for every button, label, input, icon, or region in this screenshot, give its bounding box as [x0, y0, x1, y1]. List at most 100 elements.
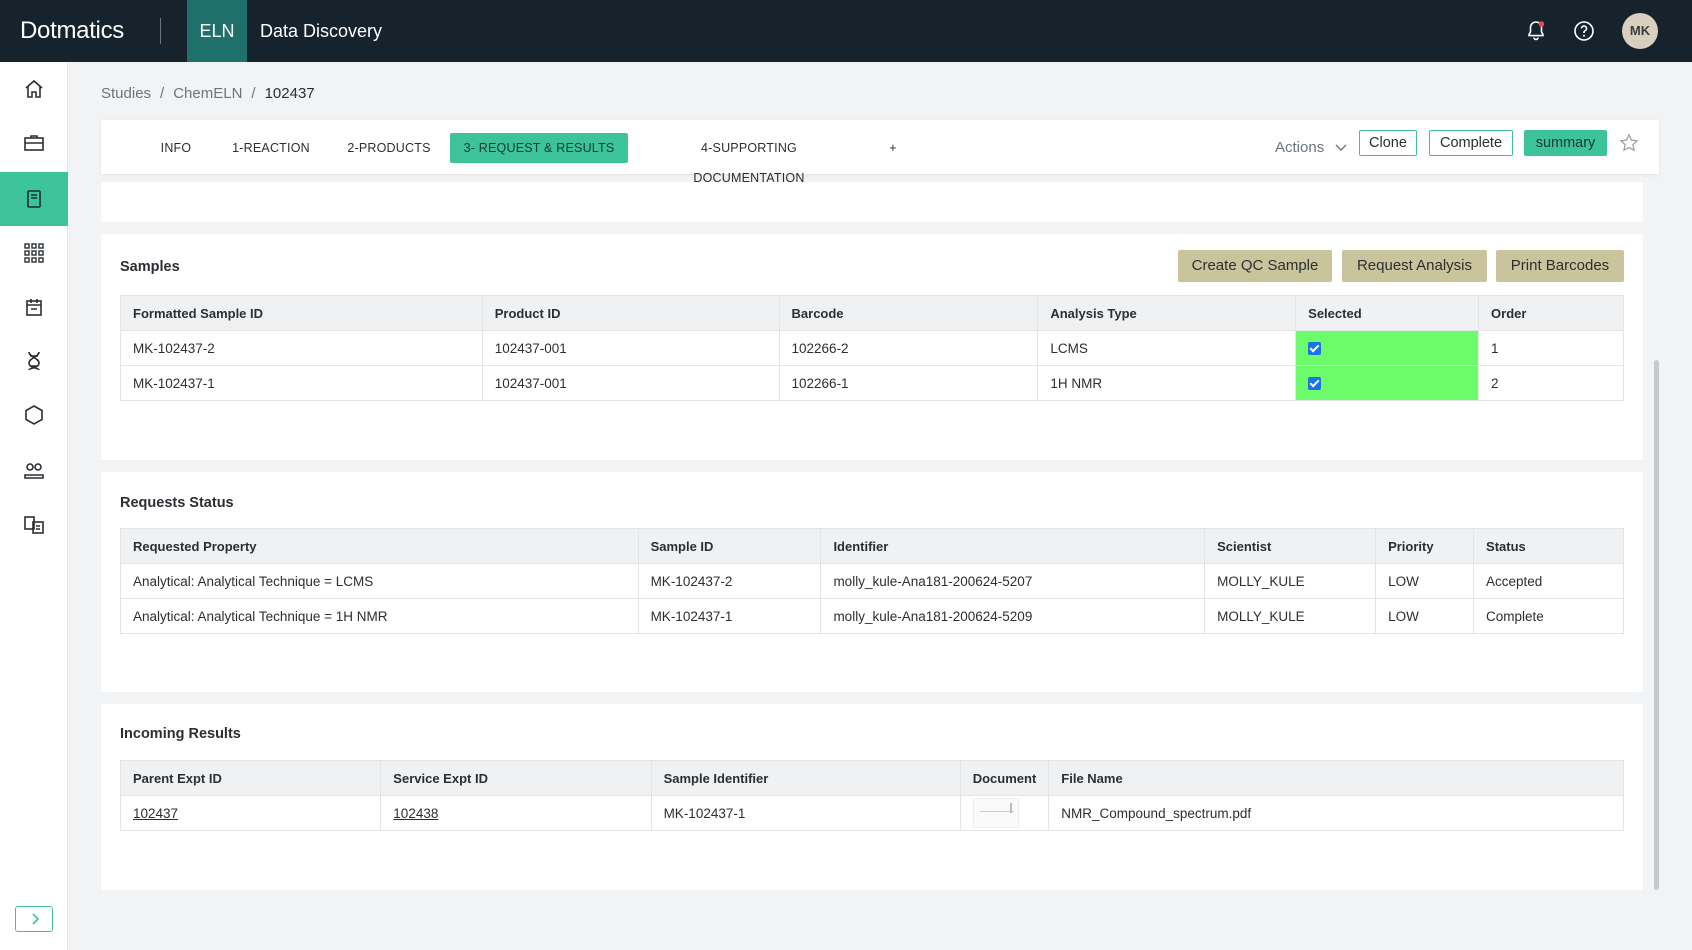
column-header[interactable]: Barcode — [779, 295, 1039, 331]
nav-data-discovery[interactable]: Data Discovery — [260, 0, 382, 62]
notebook-icon — [27, 190, 41, 208]
service-expt-id-cell: 102438 — [380, 795, 652, 831]
parent-expt-id-cell: 102437 — [120, 795, 382, 831]
column-header[interactable]: Requested Property — [120, 528, 639, 564]
sidebar-item-apps[interactable] — [0, 226, 68, 280]
tab-info[interactable]: INFO — [151, 133, 201, 163]
column-header[interactable]: Formatted Sample ID — [120, 295, 483, 331]
sample-id-cell: MK-102437-2 — [120, 330, 483, 366]
breadcrumb: Studies / ChemELN / 102437 — [101, 84, 315, 104]
tab-reaction[interactable]: 1-REACTION — [221, 133, 321, 163]
chevron-down-icon — [1335, 144, 1347, 151]
sidebar — [0, 62, 68, 950]
breadcrumb-current: 102437 — [264, 85, 315, 102]
documents-icon — [24, 516, 44, 534]
hexagon-icon — [25, 405, 43, 425]
column-header[interactable]: Status — [1473, 528, 1624, 564]
samples-card: Samples Create QC Sample Request Analysi… — [101, 234, 1643, 460]
document-thumbnail[interactable] — [972, 798, 1019, 828]
column-header[interactable]: Sample Identifier — [651, 760, 961, 796]
scrollbar[interactable] — [1654, 360, 1659, 890]
column-header[interactable]: Order — [1478, 295, 1624, 331]
help-icon[interactable] — [1572, 19, 1596, 43]
bell-icon[interactable] — [1524, 19, 1548, 43]
status-cell: Accepted — [1473, 563, 1624, 599]
priority-cell: LOW — [1375, 563, 1475, 599]
order-cell: 2 — [1478, 365, 1624, 401]
nav-eln[interactable]: ELN — [187, 0, 247, 62]
summary-button[interactable]: summary — [1524, 130, 1607, 156]
scientist-cell: MOLLY_KULE — [1204, 598, 1377, 634]
breadcrumb-chemeln[interactable]: ChemELN — [173, 84, 242, 104]
sidebar-item-people[interactable] — [0, 444, 68, 498]
sample-identifier-cell: MK-102437-1 — [651, 795, 961, 831]
brand-logo[interactable]: Dotmatics — [20, 15, 124, 47]
table-row[interactable]: Analytical: Analytical Technique = 1H NM… — [120, 598, 1624, 634]
column-header[interactable]: Service Expt ID — [380, 760, 652, 796]
service-expt-link[interactable]: 102438 — [393, 806, 438, 821]
tab-supporting-documentation[interactable]: 4-SUPPORTING DOCUMENTATION — [644, 133, 854, 185]
breadcrumb-separator: / — [160, 85, 165, 102]
requests-status-card: Requests Status Requested Property Sampl… — [101, 472, 1643, 692]
column-header[interactable]: Priority — [1375, 528, 1475, 564]
table-row[interactable]: Analytical: Analytical Technique = LCMS … — [120, 563, 1624, 599]
column-header[interactable]: Document — [960, 760, 1050, 796]
document-cell — [960, 795, 1050, 831]
sample-id-cell: MK-102437-1 — [638, 598, 822, 634]
create-qc-sample-button[interactable]: Create QC Sample — [1178, 250, 1332, 282]
selected-checkbox[interactable] — [1308, 342, 1322, 356]
requests-table: Requested Property Sample ID Identifier … — [120, 528, 1624, 634]
request-analysis-button[interactable]: Request Analysis — [1342, 250, 1487, 282]
column-header[interactable]: Product ID — [482, 295, 780, 331]
sidebar-item-projects[interactable] — [0, 116, 68, 170]
info-card — [101, 182, 1643, 222]
table-row[interactable]: MK-102437-2 102437-001 102266-2 LCMS 1 — [120, 330, 1624, 366]
sidebar-item-chemistry[interactable] — [0, 388, 68, 442]
apps-grid-icon — [24, 243, 44, 263]
priority-cell: LOW — [1375, 598, 1475, 634]
column-header[interactable]: Parent Expt ID — [120, 760, 382, 796]
column-header[interactable]: Analysis Type — [1037, 295, 1297, 331]
column-header[interactable]: File Name — [1048, 760, 1624, 796]
sidebar-item-notebook[interactable] — [0, 172, 68, 226]
print-barcodes-button[interactable]: Print Barcodes — [1496, 250, 1624, 282]
chevron-right-icon — [32, 913, 40, 925]
requested-property-cell: Analytical: Analytical Technique = 1H NM… — [120, 598, 639, 634]
selected-checkbox[interactable] — [1308, 377, 1322, 391]
requests-status-title: Requests Status — [120, 495, 234, 511]
column-header[interactable]: Selected — [1295, 295, 1480, 331]
actions-dropdown[interactable]: Actions — [1275, 133, 1347, 163]
breadcrumb-studies[interactable]: Studies — [101, 84, 151, 104]
tab-request-results[interactable]: 3- REQUEST & RESULTS — [450, 133, 628, 163]
samples-table: Formatted Sample ID Product ID Barcode A… — [120, 295, 1624, 401]
avatar[interactable]: MK — [1622, 13, 1658, 49]
top-bar: Dotmatics ELN Data Discovery MK — [0, 0, 1692, 62]
tab-bar: INFO 1-REACTION 2-PRODUCTS 3- REQUEST & … — [101, 120, 1659, 185]
tab-products[interactable]: 2-PRODUCTS — [341, 133, 437, 163]
file-name-cell: NMR_Compound_spectrum.pdf — [1048, 795, 1624, 831]
samples-title: Samples — [120, 259, 180, 275]
sidebar-expand-button[interactable] — [15, 906, 53, 932]
home-icon — [25, 79, 43, 98]
table-row[interactable]: MK-102437-1 102437-001 102266-1 1H NMR 2 — [120, 365, 1624, 401]
incoming-results-card: Incoming Results Parent Expt ID Service … — [101, 704, 1643, 890]
sidebar-item-inventory[interactable] — [0, 280, 68, 334]
complete-button[interactable]: Complete — [1429, 130, 1513, 156]
clone-button[interactable]: Clone — [1359, 130, 1417, 156]
tab-add[interactable]: + — [883, 133, 903, 163]
sample-id-cell: MK-102437-1 — [120, 365, 483, 401]
table-row[interactable]: 102437 102438 MK-102437-1 NMR_Compound_s… — [120, 795, 1624, 831]
sidebar-item-documents[interactable] — [0, 498, 68, 552]
selected-cell — [1295, 330, 1480, 366]
dna-icon — [28, 351, 40, 371]
sidebar-item-home[interactable] — [0, 62, 68, 116]
star-icon[interactable] — [1618, 132, 1640, 154]
parent-expt-link[interactable]: 102437 — [133, 806, 178, 821]
analysis-type-cell: 1H NMR — [1037, 365, 1297, 401]
column-header[interactable]: Sample ID — [638, 528, 822, 564]
sidebar-item-biology[interactable] — [0, 334, 68, 388]
column-header[interactable]: Identifier — [820, 528, 1206, 564]
people-icon — [24, 463, 44, 479]
barcode-cell: 102266-1 — [779, 365, 1039, 401]
column-header[interactable]: Scientist — [1204, 528, 1377, 564]
